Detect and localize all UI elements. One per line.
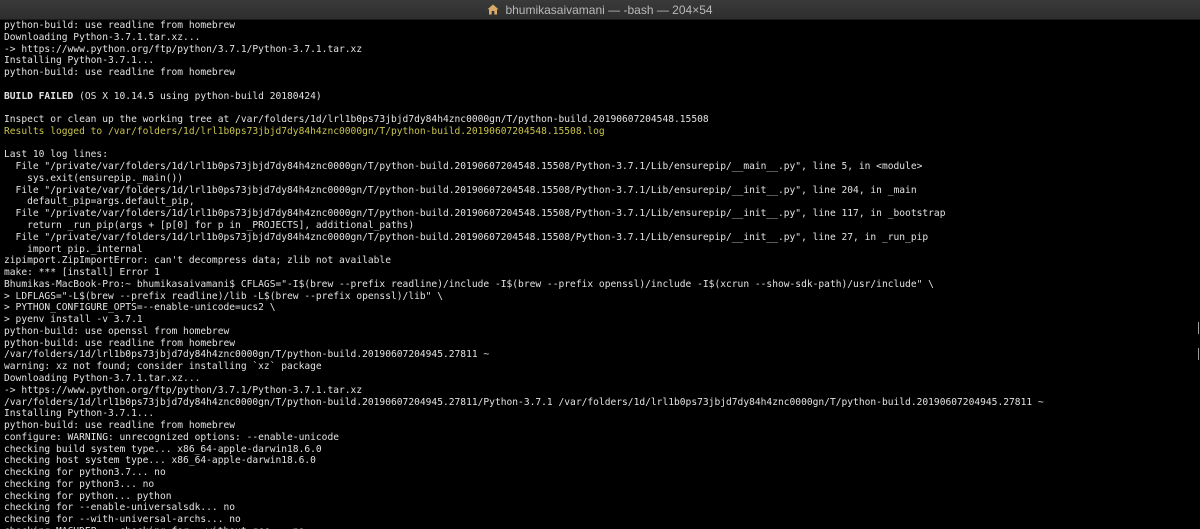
terminal-line: python-build: use readline from homebrew: [4, 337, 236, 349]
terminal-line: > PYTHON_CONFIGURE_OPTS=--enable-unicode…: [4, 302, 276, 314]
terminal-line: return _run_pip(args + [p[0] for p in _P…: [4, 220, 415, 232]
terminal-line: Installing Python-3.7.1...: [4, 408, 155, 420]
terminal-line: checking for python... python: [4, 490, 172, 502]
terminal-line: make: *** [install] Error 1: [4, 267, 160, 279]
terminal-line: BUILD FAILED (OS X 10.14.5 using python-…: [4, 91, 1200, 103]
scrollbar-marker-top[interactable]: [1198, 322, 1199, 334]
terminal-line: File "/private/var/folders/1d/lrl1b0ps73…: [4, 208, 946, 220]
terminal-line: -> https://www.python.org/ftp/python/3.7…: [4, 384, 363, 396]
terminal-line: /var/folders/1d/lrl1b0ps73jbjd7dy84h4znc…: [4, 349, 490, 361]
terminal-line: Downloading Python-3.7.1.tar.xz...: [4, 31, 201, 43]
error-heading: BUILD FAILED: [4, 90, 74, 102]
terminal-line: > LDFLAGS="-L$(brew --prefix readline)/l…: [4, 290, 443, 302]
terminal-line: File "/private/var/folders/1d/lrl1b0ps73…: [4, 184, 917, 196]
terminal-line: Installing Python-3.7.1...: [4, 55, 155, 67]
terminal-line: python-build: use readline from homebrew: [4, 20, 236, 31]
terminal-line: Downloading Python-3.7.1.tar.xz...: [4, 372, 201, 384]
terminal-line: Inspect or clean up the working tree at …: [4, 114, 709, 126]
scrollbar-marker-bottom[interactable]: [1198, 348, 1199, 360]
terminal-line: sys.exit(ensurepip._main()): [4, 172, 184, 184]
terminal-line: File "/private/var/folders/1d/lrl1b0ps73…: [4, 161, 923, 173]
terminal-line: python-build: use readline from homebrew: [4, 420, 236, 432]
terminal-line: checking build system type... x86_64-app…: [4, 443, 322, 455]
terminal-line: configure: WARNING: unrecognized options…: [4, 431, 340, 443]
terminal-line: > pyenv install -v 3.7.1: [4, 314, 143, 326]
terminal-line: File "/private/var/folders/1d/lrl1b0ps73…: [4, 231, 929, 243]
terminal-line: python-build: use readline from homebrew: [4, 67, 236, 79]
window-titlebar: bhumikasaivamani — -bash — 204×54: [0, 0, 1200, 20]
terminal-line: /var/folders/1d/lrl1b0ps73jbjd7dy84h4znc…: [4, 396, 1044, 408]
terminal-line: warning: xz not found; consider installi…: [4, 361, 322, 373]
terminal-line: checking for --enable-universalsdk... no: [4, 502, 236, 514]
terminal-line: Bhumikas-MacBook-Pro:~ bhumikasaivamani$…: [4, 278, 934, 290]
terminal-line: Last 10 log lines:: [4, 149, 108, 161]
terminal-line: python-build: use openssl from homebrew: [4, 325, 230, 337]
terminal-line: -> https://www.python.org/ftp/python/3.7…: [4, 43, 363, 55]
terminal-output[interactable]: python-build: use readline from homebrew…: [0, 20, 1200, 529]
terminal-line: default_pip=args.default_pip,: [4, 196, 195, 208]
error-detail: (OS X 10.14.5 using python-build 2018042…: [73, 90, 322, 102]
terminal-line: Results logged to /var/folders/1d/lrl1b0…: [4, 125, 605, 137]
terminal-line: checking host system type... x86_64-appl…: [4, 455, 316, 467]
terminal-line: checking for python3... no: [4, 478, 155, 490]
window-title: bhumikasaivamani — -bash — 204×54: [505, 2, 713, 17]
terminal-line: zipimport.ZipImportError: can't decompre…: [4, 255, 391, 267]
terminal-line: import pip._internal: [4, 243, 143, 255]
terminal-line: checking for python3.7... no: [4, 467, 166, 479]
home-folder-icon: [487, 4, 499, 15]
terminal-line: checking for --with-universal-archs... n…: [4, 514, 241, 526]
